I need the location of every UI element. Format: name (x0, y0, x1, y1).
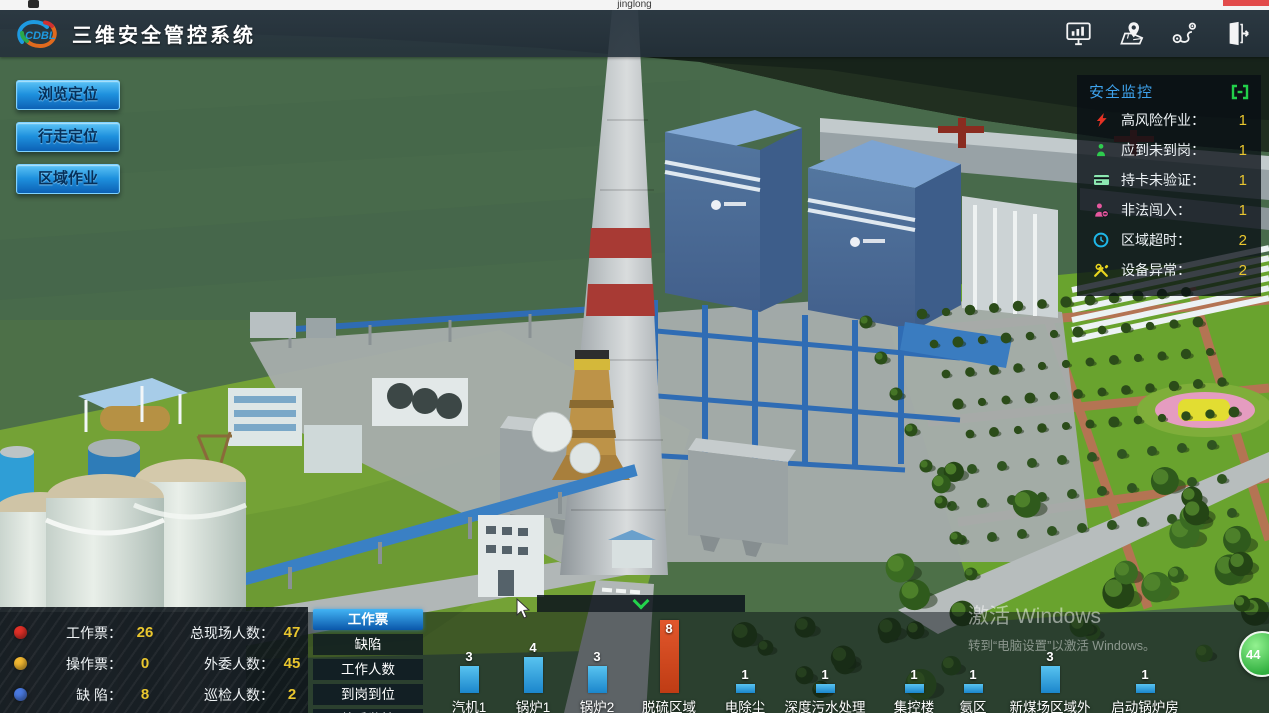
card-icon (1091, 173, 1111, 187)
site-stats-panel: 工作票：26总现场人数：47操作票：0外委人数：45缺 陷：8巡检人数：2 (0, 607, 308, 713)
watermark-line2: 转到“电脑设置”以激活 Windows。 (968, 635, 1156, 654)
bottom-menu-item-4[interactable]: 外委监控 (313, 709, 423, 713)
os-title-bar: jinglong (0, 0, 1269, 10)
stat-label: 工作票： (40, 623, 122, 643)
stats-row: 缺 陷：8巡检人数：2 (0, 679, 308, 710)
chart-bar-0[interactable] (460, 666, 479, 693)
stat-label: 缺 陷： (40, 685, 122, 705)
chart-bar-9[interactable] (1136, 684, 1155, 693)
person-icon (1091, 142, 1111, 158)
security-item: 持卡未验证： 1 (1077, 165, 1261, 195)
map-location-icon[interactable] (1118, 20, 1145, 47)
stat-label: 总现场人数： (168, 623, 274, 643)
chevron-down-icon (633, 593, 650, 610)
status-dot (14, 688, 27, 701)
security-item-value: 1 (1231, 142, 1247, 159)
nav-button-0[interactable]: 浏览定位 (16, 80, 120, 110)
security-items: 高风险作业： 1 应到未到岗： 1 持卡未验证： 1 非法闯入： 1 区域超时： 2 设备异常： 2 (1077, 105, 1261, 285)
security-item-value: 2 (1231, 232, 1247, 249)
chart-bar-2[interactable] (588, 666, 607, 693)
chart-bar-4[interactable] (736, 684, 755, 693)
security-monitor-panel: 安全监控 高风险作业：1应到未到岗：1持卡未验证：1非法闯入：1区域超时：2设备… (1077, 75, 1261, 296)
stat-value: 45 (274, 655, 310, 672)
stat-label: 外委人数： (168, 654, 274, 674)
security-item-value: 1 (1231, 112, 1247, 129)
security-panel-title: 安全监控 (1089, 81, 1153, 102)
security-item-value: 2 (1231, 262, 1247, 279)
security-item-label: 持卡未验证： (1121, 170, 1221, 190)
app-header: CDBL 三维安全管控系统 (0, 10, 1269, 57)
stat-label: 巡检人数： (168, 685, 274, 705)
status-dot (14, 626, 27, 639)
target-bracket-icon[interactable] (1231, 84, 1249, 100)
chart-bar-6[interactable] (905, 684, 924, 693)
bottom-menu-item-0[interactable]: 工作票 (313, 609, 423, 630)
nav-button-1[interactable]: 行走定位 (16, 122, 120, 152)
stat-value: 47 (274, 624, 310, 641)
window-close-button[interactable] (1223, 0, 1269, 6)
security-item: 应到未到岗： 1 (1077, 135, 1261, 165)
security-item: 区域超时： 2 (1077, 225, 1261, 255)
stat-value: 26 (122, 624, 168, 641)
window-app-icon (28, 0, 39, 8)
security-item-label: 高风险作业： (1121, 110, 1221, 130)
stat-value: 8 (122, 686, 168, 703)
app-logo-icon: CDBL (14, 18, 60, 50)
stat-label: 操作票： (40, 654, 122, 674)
security-panel-header: 安全监控 (1077, 75, 1261, 105)
exit-icon[interactable] (1224, 20, 1251, 47)
bottom-menu-item-3[interactable]: 到岗到位 (313, 684, 423, 705)
chart-bar-5[interactable] (816, 684, 835, 693)
bottom-menu-item-2[interactable]: 工作人数 (313, 659, 423, 680)
windows-activation-watermark: 激活 Windows 转到“电脑设置”以激活 Windows。 (968, 600, 1156, 654)
security-item: 设备异常： 2 (1077, 255, 1261, 285)
lightning-icon (1091, 112, 1111, 128)
stats-row: 工作票：26总现场人数：47 (0, 617, 308, 648)
security-item-label: 应到未到岗： (1121, 140, 1221, 160)
status-dot (14, 657, 27, 670)
route-track-icon[interactable] (1171, 20, 1198, 47)
security-item-value: 1 (1231, 172, 1247, 189)
security-item: 非法闯入： 1 (1077, 195, 1261, 225)
window-title: jinglong (0, 0, 1269, 9)
dashboard-monitor-icon[interactable] (1065, 20, 1092, 47)
security-item: 高风险作业： 1 (1077, 105, 1261, 135)
stat-value: 0 (122, 655, 168, 672)
security-item-label: 非法闯入： (1121, 200, 1221, 220)
header-toolbar (1065, 10, 1251, 57)
stat-value: 2 (274, 686, 310, 703)
svg-text:CDBL: CDBL (25, 30, 56, 42)
chart-bar-8[interactable] (1041, 666, 1060, 693)
security-item-label: 设备异常： (1121, 260, 1221, 280)
page-title: 三维安全管控系统 (72, 19, 256, 48)
clock-icon (1091, 232, 1111, 248)
security-item-value: 1 (1231, 202, 1247, 219)
assistant-badge-value: 44 (1246, 647, 1260, 662)
panel-collapse-strip[interactable] (537, 595, 745, 612)
stats-row: 操作票：0外委人数：45 (0, 648, 308, 679)
bottom-menu-item-1[interactable]: 缺陷 (313, 634, 423, 655)
bottom-menu: 工作票缺陷工作人数到岗到位外委监控 (313, 609, 423, 713)
chart-bar-7[interactable] (964, 684, 983, 693)
tools-icon (1091, 262, 1111, 278)
person-minus-icon (1091, 202, 1111, 218)
nav-button-2[interactable]: 区域作业 (16, 164, 120, 194)
app-root: jinglong CDBL 三维安全管控系统 (0, 0, 1269, 713)
security-item-label: 区域超时： (1121, 230, 1221, 250)
chart-bar-3[interactable] (660, 620, 679, 693)
chart-bar-1[interactable] (524, 657, 543, 693)
watermark-line1: 激活 Windows (968, 600, 1156, 630)
